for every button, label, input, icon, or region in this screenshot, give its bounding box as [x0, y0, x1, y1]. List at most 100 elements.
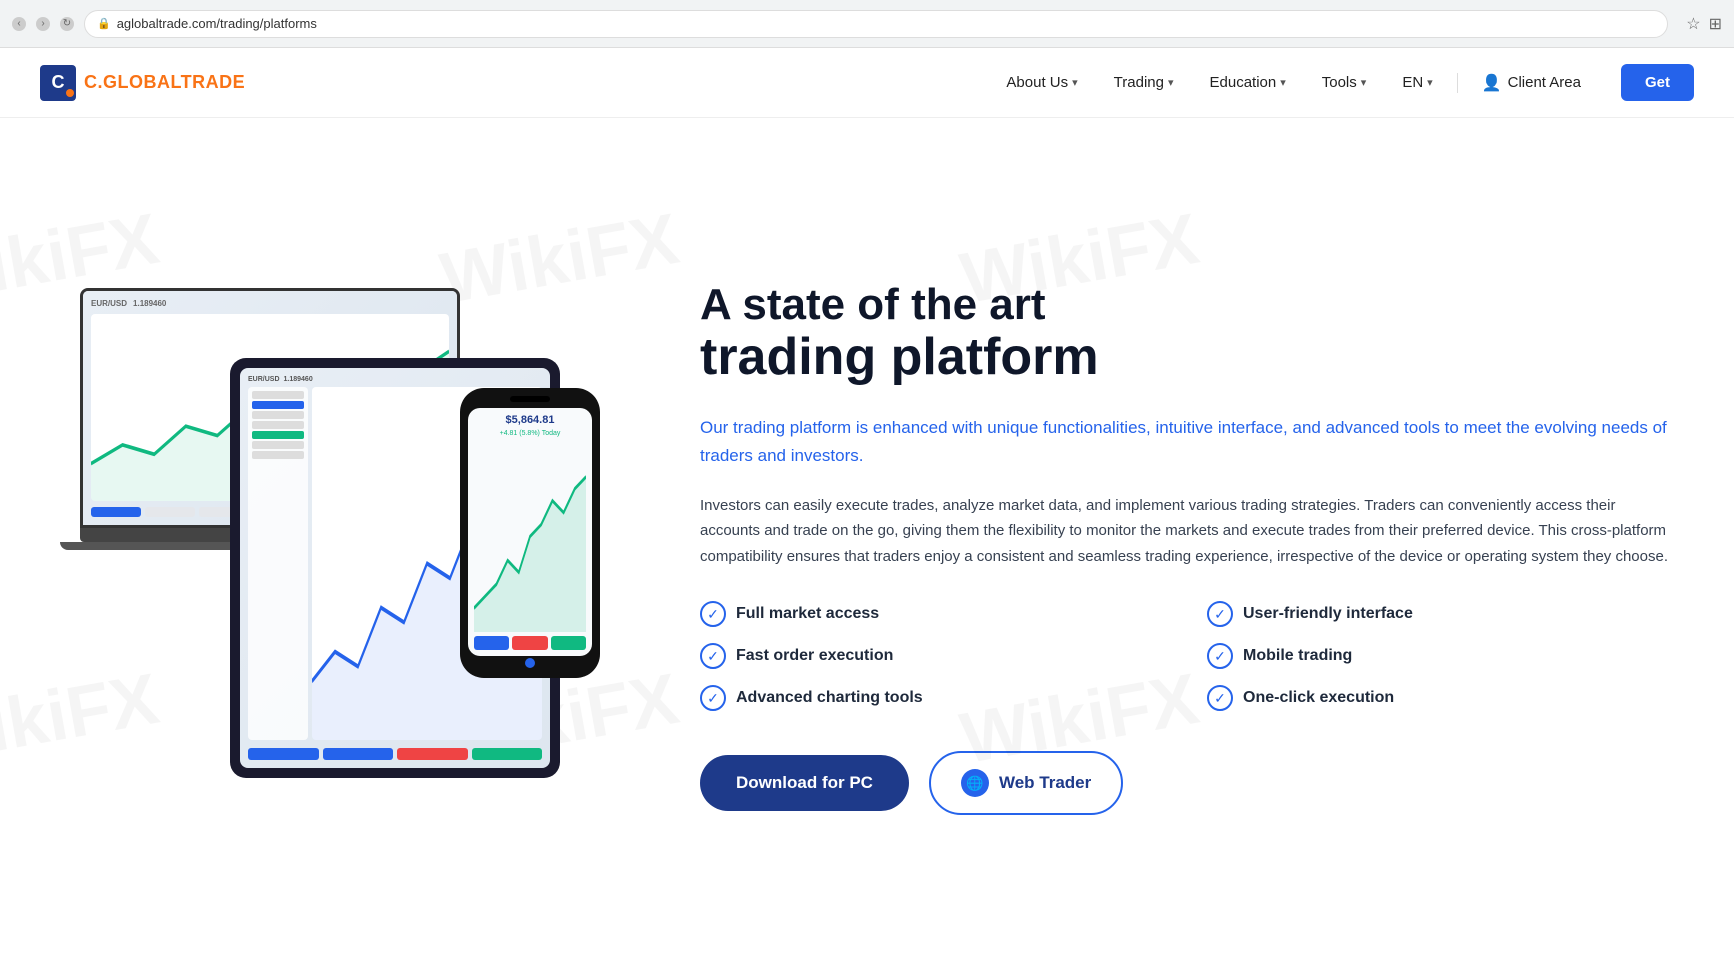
text-section: A state of the art trading platform Our …: [700, 241, 1674, 855]
nav-separator: [1457, 73, 1458, 93]
nav-item-tools[interactable]: Tools ▾: [1306, 66, 1383, 99]
navbar: C.GLOBALTRADE About Us ▾ Trading ▾ Educa…: [0, 48, 1734, 118]
nav-education-chevron: ▾: [1280, 76, 1286, 89]
heading-line1: A state of the art: [700, 281, 1674, 329]
nav-item-lang[interactable]: EN ▾: [1386, 66, 1448, 99]
nav-lang-chevron: ▾: [1427, 76, 1433, 89]
feature-label-4: Advanced charting tools: [736, 689, 923, 707]
feature-item-5: ✓ One-click execution: [1207, 685, 1674, 711]
logo[interactable]: C.GLOBALTRADE: [40, 65, 245, 101]
phone-price: $5,864.81: [474, 414, 586, 426]
check-icon-5: ✓: [1207, 685, 1233, 711]
extensions-button[interactable]: ⊞: [1709, 14, 1722, 34]
page-content: WikiFX WikiFX WikiFX WikiFX WikiFX WikiF…: [0, 118, 1734, 978]
tablet-sidebar: [248, 387, 308, 740]
laptop-topbar: EUR/USD 1.189460: [91, 299, 449, 308]
url-bar[interactable]: 🔒 aglobaltrade.com/trading/platforms: [84, 10, 1668, 38]
phone-btn-3: [551, 636, 586, 650]
client-area[interactable]: 👤 Client Area: [1466, 65, 1597, 101]
laptop-pair-label: EUR/USD: [91, 299, 127, 308]
laptop-price-label: 1.189460: [133, 299, 166, 308]
nav-tools-chevron: ▾: [1361, 76, 1367, 89]
web-trader-button[interactable]: 🌐 Web Trader: [929, 751, 1123, 815]
client-area-label: Client Area: [1508, 74, 1581, 91]
devices-section: EUR/USD 1.189460: [60, 208, 640, 888]
check-icon-4: ✓: [700, 685, 726, 711]
phone-btn-1: [474, 636, 509, 650]
nav-lang-label: EN: [1402, 74, 1423, 91]
sidebar-item-4: [252, 421, 304, 429]
cta-row: Download for PC 🌐 Web Trader: [700, 751, 1674, 815]
feature-label-0: Full market access: [736, 605, 879, 623]
main-layout: EUR/USD 1.189460: [0, 118, 1734, 978]
feature-label-5: One-click execution: [1243, 689, 1394, 707]
download-pc-button[interactable]: Download for PC: [700, 755, 909, 811]
tablet-topbar: EUR/USD 1.189460: [248, 376, 542, 383]
feature-label-3: Mobile trading: [1243, 647, 1352, 665]
nav-item-education[interactable]: Education ▾: [1194, 66, 1302, 99]
sidebar-item-7: [252, 451, 304, 459]
sidebar-item-1: [252, 391, 304, 399]
tablet-btn-2: [323, 748, 394, 760]
feature-label-2: Fast order execution: [736, 647, 893, 665]
nav-item-about[interactable]: About Us ▾: [990, 66, 1093, 99]
bookmark-button[interactable]: ☆: [1686, 14, 1700, 34]
tablet-btn-1: [248, 748, 319, 760]
check-icon-2: ✓: [700, 643, 726, 669]
nav-trading-label: Trading: [1114, 74, 1164, 91]
heading-line2: trading platform: [700, 328, 1099, 386]
refresh-button[interactable]: ↻: [60, 17, 74, 31]
forward-button[interactable]: ›: [36, 17, 50, 31]
sidebar-item-5: [252, 431, 304, 439]
tablet-pair-label: EUR/USD: [248, 376, 280, 383]
nav-trading-chevron: ▾: [1168, 76, 1174, 89]
browser-chrome: ‹ › ↻ 🔒 aglobaltrade.com/trading/platfor…: [0, 0, 1734, 48]
nav-menu: About Us ▾ Trading ▾ Education ▾ Tools ▾…: [990, 65, 1597, 101]
tablet-price-label: 1.189460: [284, 376, 313, 383]
back-button[interactable]: ‹: [12, 17, 26, 31]
nav-education-label: Education: [1210, 74, 1277, 91]
sidebar-item-6: [252, 441, 304, 449]
sidebar-item-3: [252, 411, 304, 419]
lock-icon: 🔒: [97, 17, 111, 30]
phone-bottom-btns: [474, 636, 586, 650]
browser-actions: ☆ ⊞: [1686, 14, 1722, 34]
globe-icon: 🌐: [961, 769, 989, 797]
tablet-btn-row: [248, 748, 542, 760]
phone-screen: $5,864.81 +4.81 (5.8%) Today: [468, 408, 592, 656]
feature-item-4: ✓ Advanced charting tools: [700, 685, 1167, 711]
phone-home-dot: [525, 658, 535, 668]
user-icon: 👤: [1482, 73, 1502, 93]
nav-item-trading[interactable]: Trading ▾: [1098, 66, 1190, 99]
url-text: aglobaltrade.com/trading/platforms: [117, 16, 317, 31]
logo-prefix: C.: [84, 72, 103, 92]
nav-about-chevron: ▾: [1072, 76, 1078, 89]
phone-sub: +4.81 (5.8%) Today: [474, 430, 586, 437]
get-button[interactable]: Get: [1621, 64, 1694, 101]
check-icon-1: ✓: [1207, 601, 1233, 627]
phone-chart-svg: [474, 441, 586, 632]
phone-mockup: $5,864.81 +4.81 (5.8%) Today: [460, 388, 600, 678]
feature-item-0: ✓ Full market access: [700, 601, 1167, 627]
features-grid: ✓ Full market access ✓ User-friendly int…: [700, 601, 1674, 711]
check-icon-3: ✓: [1207, 643, 1233, 669]
feature-item-2: ✓ Fast order execution: [700, 643, 1167, 669]
phone-chart-area: [474, 441, 586, 632]
nav-tools-label: Tools: [1322, 74, 1357, 91]
phone-btn-2: [512, 636, 547, 650]
feature-label-1: User-friendly interface: [1243, 605, 1413, 623]
tablet-btn-3: [397, 748, 468, 760]
sidebar-item-2: [252, 401, 304, 409]
phone-notch: [510, 396, 550, 402]
logo-text: C.GLOBALTRADE: [84, 72, 245, 93]
nav-about-label: About Us: [1006, 74, 1068, 91]
page-heading: A state of the art trading platform: [700, 281, 1674, 387]
feature-item-3: ✓ Mobile trading: [1207, 643, 1674, 669]
logo-dot: [66, 89, 74, 97]
web-trader-label: Web Trader: [999, 773, 1091, 793]
tablet-btn-4: [472, 748, 543, 760]
phone-body: $5,864.81 +4.81 (5.8%) Today: [460, 388, 600, 678]
body-text: Investors can easily execute trades, ana…: [700, 493, 1674, 570]
lead-text: Our trading platform is enhanced with un…: [700, 414, 1674, 468]
check-icon-0: ✓: [700, 601, 726, 627]
